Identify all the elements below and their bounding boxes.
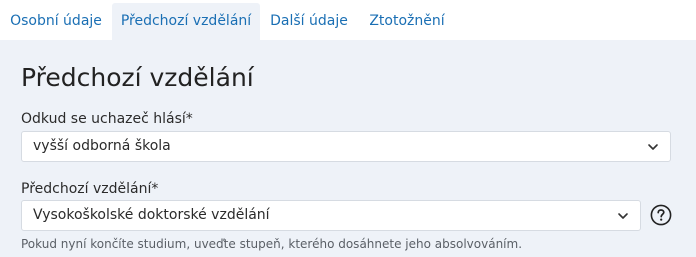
chevron-down-icon <box>618 213 628 219</box>
source-select-value: vyšší odborná škola <box>33 138 171 154</box>
tab-personal-data[interactable]: Osobní údaje <box>0 3 112 40</box>
tab-panel: Předchozí vzdělání Odkud se uchazeč hlás… <box>0 40 696 257</box>
tab-previous-education[interactable]: Předchozí vzdělání <box>112 3 260 40</box>
tab-label: Osobní údaje <box>10 13 102 29</box>
tab-identification[interactable]: Ztotožnění <box>358 3 456 40</box>
education-select-value: Vysokoškolské doktorské vzdělání <box>33 207 270 223</box>
source-select[interactable]: vyšší odborná škola <box>21 131 671 162</box>
tab-label: Ztotožnění <box>369 13 445 29</box>
education-label: Předchozí vzdělání* <box>21 181 159 197</box>
page-title: Předchozí vzdělání <box>21 63 254 92</box>
question-circle-icon[interactable] <box>650 204 672 226</box>
education-select[interactable]: Vysokoškolské doktorské vzdělání <box>21 200 641 231</box>
tab-bar: Osobní údaje Předchozí vzdělání Další úd… <box>0 0 696 40</box>
tab-label: Předchozí vzdělání <box>120 13 252 29</box>
tab-additional-data[interactable]: Další údaje <box>260 3 358 40</box>
education-hint: Pokud nyní končíte studium, uveďte stupe… <box>21 237 523 251</box>
tab-label: Další údaje <box>270 13 348 29</box>
source-label: Odkud se uchazeč hlásí* <box>21 111 193 127</box>
chevron-down-icon <box>648 144 658 150</box>
